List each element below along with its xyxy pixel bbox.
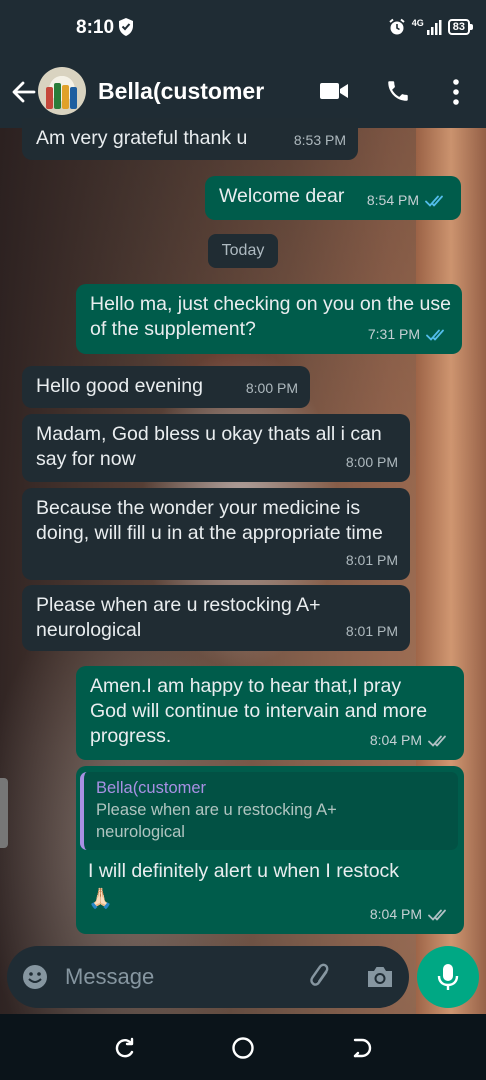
contact-avatar[interactable]	[38, 67, 86, 115]
message-time: 7:31 PM	[367, 326, 420, 342]
message-bubble-incoming[interactable]: Because the wonder your medicine is doin…	[22, 488, 410, 580]
back-arrow-icon[interactable]	[10, 78, 38, 106]
message-text: I will definitely alert u when I restock	[88, 860, 400, 882]
message-composer	[7, 946, 409, 1008]
reply-quote[interactable]: Bella(customer Please when are u restock…	[80, 772, 458, 850]
recents-icon[interactable]	[113, 1036, 137, 1060]
status-time: 8:10	[76, 17, 115, 38]
shield-icon	[119, 18, 133, 36]
message-time: 8:04 PM	[369, 906, 422, 922]
camera-icon[interactable]	[365, 963, 395, 991]
emoji-icon[interactable]	[21, 963, 49, 991]
message-meta: 7:31 PM	[368, 322, 450, 347]
mic-icon	[437, 964, 459, 990]
signal-icon	[426, 20, 442, 35]
message-meta: 8:54 PM	[367, 188, 449, 213]
message-time: 8:04 PM	[369, 732, 422, 748]
message-bubble-outgoing[interactable]: Welcome dear 8:54 PM	[205, 176, 461, 220]
date-chip: Today	[208, 234, 278, 268]
video-call-icon[interactable]	[319, 80, 349, 102]
more-options-icon[interactable]	[446, 78, 466, 106]
read-ticks-icon	[425, 195, 443, 207]
message-input[interactable]	[65, 964, 295, 990]
message-text: Madam, God bless u okay thats all i can …	[36, 423, 382, 470]
home-icon[interactable]	[231, 1036, 255, 1060]
read-ticks-icon	[426, 329, 444, 341]
message-text: Because the wonder your medicine is doin…	[36, 497, 383, 544]
message-time: 8:00 PM	[245, 380, 298, 396]
status-icons: 4G 83	[388, 18, 474, 36]
message-meta: 8:04 PM	[370, 902, 452, 927]
message-bubble-outgoing[interactable]: Hello ma, just checking on you on the us…	[76, 284, 462, 354]
contact-name[interactable]: Bella(customer	[98, 78, 264, 105]
message-meta: 8:04 PM	[370, 728, 452, 753]
message-time: 8:53 PM	[293, 132, 346, 148]
quote-author: Bella(customer	[96, 779, 207, 797]
voice-call-icon[interactable]	[385, 78, 411, 104]
delivered-ticks-icon	[428, 735, 446, 747]
message-time: 8:00 PM	[345, 454, 398, 470]
message-text: Am very grateful thank u	[36, 127, 248, 149]
message-time: 8:01 PM	[345, 623, 398, 639]
status-bar: 8:10 4G 83	[0, 0, 486, 56]
message-text: Welcome dear	[219, 185, 345, 207]
message-bubble-incoming[interactable]: Am very grateful thank u 8:53 PM	[22, 118, 358, 160]
network-type-badge: 4G	[411, 18, 424, 28]
message-bubble-incoming[interactable]: Please when are u restocking A+ neurolog…	[22, 585, 410, 651]
mic-button[interactable]	[417, 946, 479, 1008]
delivered-ticks-icon	[428, 909, 446, 921]
back-nav-icon[interactable]	[350, 1036, 374, 1060]
message-time: 8:54 PM	[366, 192, 419, 208]
alarm-icon	[389, 18, 405, 35]
message-bubble-outgoing[interactable]: Amen.I am happy to hear that,I pray God …	[76, 666, 464, 760]
attach-icon[interactable]	[307, 963, 335, 991]
message-bubble-incoming[interactable]: Madam, God bless u okay thats all i can …	[22, 414, 410, 482]
battery-icon: 83	[447, 19, 474, 35]
message-text: Please when are u restocking A+ neurolog…	[36, 594, 321, 641]
message-time: 8:01 PM	[345, 552, 398, 568]
system-nav-bar	[0, 1014, 486, 1080]
scroll-handle[interactable]	[0, 778, 8, 848]
message-text: Hello good evening	[36, 375, 203, 397]
message-bubble-outgoing-reply[interactable]: Bella(customer Please when are u restock…	[76, 766, 464, 934]
message-bubble-incoming[interactable]: Hello good evening 8:00 PM	[22, 366, 310, 408]
quote-text: Please when are u restocking A+ neurolog…	[96, 801, 337, 841]
